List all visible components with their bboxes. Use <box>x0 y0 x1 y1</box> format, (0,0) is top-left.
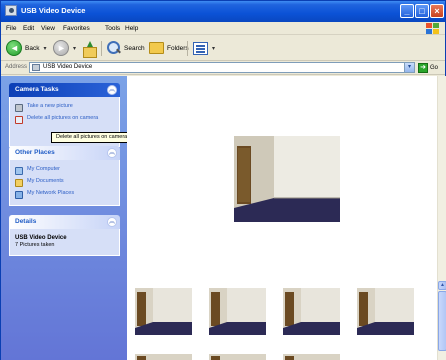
place-my-network-places[interactable]: My Network Places <box>15 190 114 199</box>
minimize-button[interactable]: _ <box>400 4 414 18</box>
menu-help[interactable]: Help <box>125 25 138 32</box>
menu-favorites[interactable]: Favorites <box>63 25 90 32</box>
picture-thumbnail[interactable] <box>283 288 340 335</box>
go-arrow-icon: ➜ <box>418 62 428 73</box>
views-button[interactable]: ▾ <box>193 39 215 57</box>
other-places-body: My Computer My Documents My Network Plac… <box>9 160 120 206</box>
camera-tasks-header[interactable]: Camera Tasks ︽ <box>9 83 120 97</box>
back-dropdown-icon[interactable]: ▾ <box>43 45 46 52</box>
up-button[interactable] <box>83 39 97 58</box>
camera-preview-image[interactable] <box>234 136 340 222</box>
collapse-chevron-icon[interactable]: ︽ <box>107 148 117 158</box>
menu-file[interactable]: File <box>6 25 16 32</box>
task-take-picture-label: Take a new picture <box>27 103 73 109</box>
details-device-name: USB Video Device <box>15 235 67 241</box>
search-button[interactable]: Search <box>107 39 145 57</box>
forward-arrow-icon: ► <box>53 40 69 56</box>
task-delete-all-label: Delete all pictures on camera <box>27 115 99 121</box>
menu-view[interactable]: View <box>41 25 55 32</box>
menu-tools[interactable]: Tools <box>105 25 120 32</box>
place-my-documents[interactable]: My Documents <box>15 178 114 187</box>
toolbar-separator <box>101 41 102 56</box>
picture-thumbnail[interactable] <box>209 354 266 360</box>
close-button[interactable]: × <box>430 4 444 18</box>
computer-icon <box>15 167 23 175</box>
collapse-chevron-icon[interactable]: ︽ <box>107 217 117 227</box>
go-label: Go <box>430 64 439 71</box>
folders-icon <box>149 42 164 54</box>
network-icon <box>15 191 23 199</box>
details-panel: Details ︽ USB Video Device 7 Pictures ta… <box>9 215 120 256</box>
details-picture-count: 7 Pictures taken <box>15 242 55 248</box>
delete-icon <box>15 116 23 124</box>
task-delete-all-pictures[interactable]: Delete all pictures on camera <box>15 115 114 124</box>
vertical-scrollbar[interactable]: ▲ <box>437 76 446 360</box>
back-button[interactable]: ◄ Back ▾ <box>6 39 46 57</box>
title-bar[interactable]: USB Video Device _ □ × <box>1 1 445 22</box>
search-icon <box>107 41 121 55</box>
content-area <box>127 76 437 360</box>
views-dropdown-icon[interactable]: ▾ <box>212 45 215 52</box>
place-my-computer[interactable]: My Computer <box>15 166 114 175</box>
up-folder-icon <box>83 40 97 58</box>
place-my-computer-label: My Computer <box>27 166 61 172</box>
picture-thumbnail[interactable] <box>283 354 340 360</box>
maximize-button[interactable]: □ <box>415 4 429 18</box>
address-dropdown-icon[interactable]: ▾ <box>404 63 414 72</box>
window-title: USB Video Device <box>21 6 86 15</box>
menu-bar: File Edit View Favorites Tools Help <box>1 22 445 35</box>
place-my-network-label: My Network Places <box>27 190 75 196</box>
address-label: Address <box>5 64 28 70</box>
back-arrow-icon: ◄ <box>6 40 22 56</box>
other-places-panel: Other Places ︽ My Computer My Documents … <box>9 146 120 206</box>
back-label: Back <box>25 44 40 52</box>
collapse-chevron-icon[interactable]: ︽ <box>107 85 117 95</box>
address-bar: Address USB Video Device ▾ ➜ Go <box>1 61 445 75</box>
windows-logo-icon <box>425 23 439 34</box>
camera-device-icon <box>5 5 17 16</box>
details-body: USB Video Device 7 Pictures taken <box>9 229 120 256</box>
picture-thumbnail[interactable] <box>357 288 414 335</box>
scrollbar-thumb[interactable] <box>438 291 446 351</box>
place-my-documents-label: My Documents <box>27 178 64 184</box>
task-take-picture[interactable]: Take a new picture <box>15 103 114 112</box>
camera-icon <box>15 104 23 112</box>
other-places-title: Other Places <box>15 149 55 156</box>
documents-folder-icon <box>15 179 23 187</box>
folders-label: Folders <box>167 44 189 52</box>
other-places-header[interactable]: Other Places ︽ <box>9 146 120 160</box>
picture-thumbnail[interactable] <box>135 288 192 335</box>
camera-device-icon <box>32 64 40 71</box>
tooltip: Delete all pictures on camera <box>51 132 133 143</box>
search-label: Search <box>124 44 145 52</box>
toolbar: ◄ Back ▾ ► ▾ Search Folders ▾ <box>1 35 445 61</box>
forward-button[interactable]: ► ▾ <box>53 39 76 57</box>
details-header[interactable]: Details ︽ <box>9 215 120 229</box>
picture-thumbnail[interactable] <box>135 354 192 360</box>
address-field[interactable]: USB Video Device ▾ <box>29 62 415 73</box>
camera-tasks-title: Camera Tasks <box>15 86 59 93</box>
address-value: USB Video Device <box>43 64 93 70</box>
thumbnail-grid <box>135 288 435 360</box>
task-pane: Camera Tasks ︽ Take a new picture Delete… <box>1 76 127 360</box>
explorer-window: USB Video Device _ □ × File Edit View Fa… <box>0 0 446 360</box>
folders-button[interactable]: Folders <box>149 39 189 57</box>
forward-dropdown-icon[interactable]: ▾ <box>73 45 76 52</box>
menu-edit[interactable]: Edit <box>23 25 34 32</box>
details-title: Details <box>15 218 37 225</box>
toolbar-separator <box>187 41 188 56</box>
views-icon <box>193 41 208 55</box>
scroll-up-icon[interactable]: ▲ <box>438 281 446 290</box>
go-button[interactable]: ➜ Go <box>418 62 443 73</box>
picture-thumbnail[interactable] <box>209 288 266 335</box>
